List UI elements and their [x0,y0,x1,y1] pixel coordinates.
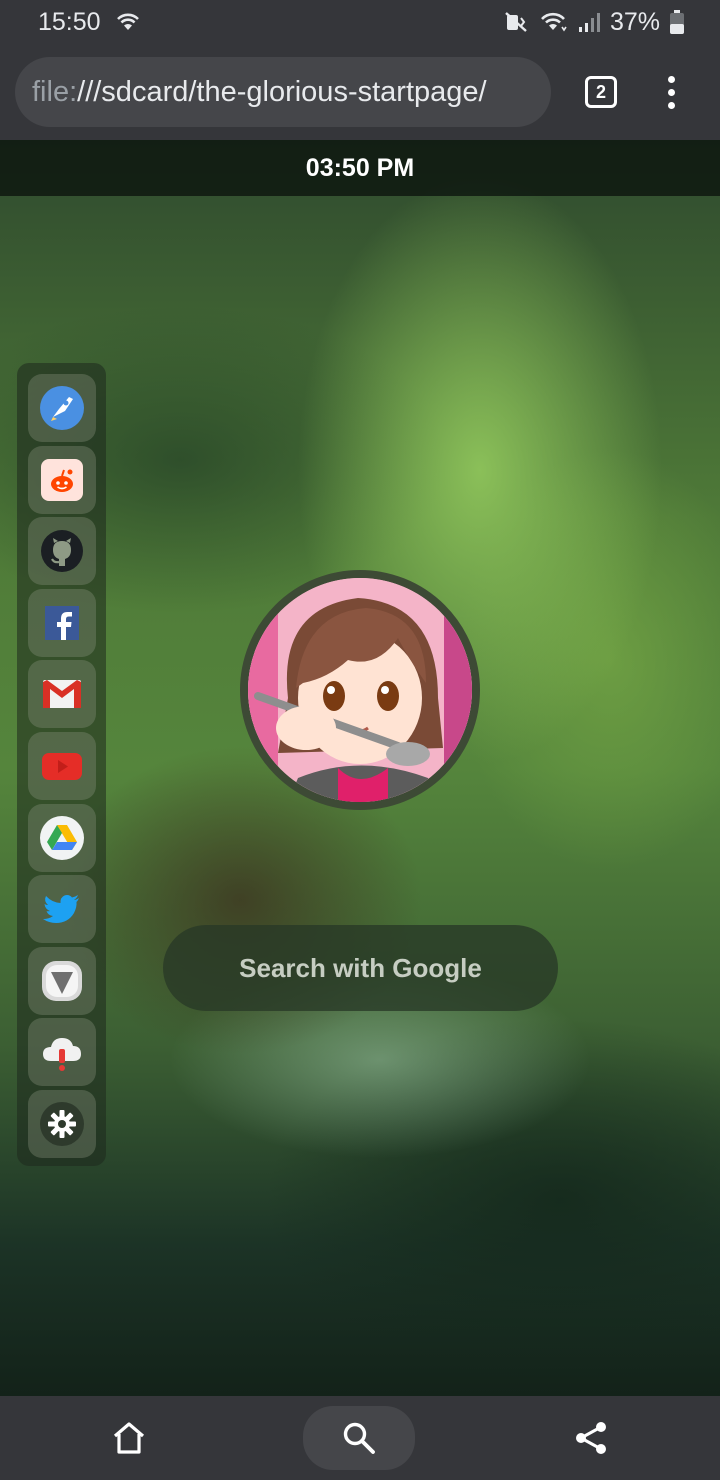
dock-item-gmail[interactable] [28,660,96,729]
dock [17,363,106,1166]
home-icon [113,1422,145,1454]
url-scheme: file: [32,75,78,108]
tab-switcher-button[interactable]: 2 [585,76,617,108]
dock-item-vivaldi[interactable] [28,946,96,1015]
search-input[interactable]: Search with Google [163,925,558,1011]
dock-item-twitter[interactable] [28,875,96,944]
bottom-toolbar [0,1396,720,1480]
search-button[interactable] [303,1406,415,1470]
dock-item-google-drive[interactable] [28,803,96,872]
dock-item-reddit[interactable] [28,445,96,514]
dock-item-github[interactable] [28,517,96,586]
page-clock: 03:50 PM [305,153,415,182]
dock-item-settings[interactable] [28,1089,96,1158]
wifi-signal-icon [541,12,567,32]
startpage-viewport: 03:50 PM Search with Google [0,140,720,1396]
facebook-icon [45,605,79,640]
rocket-icon [40,386,84,430]
github-icon [41,530,83,573]
mute-icon [505,12,527,32]
wifi-icon [116,13,139,30]
dock-item-cloud-alert[interactable] [28,1018,96,1087]
gmail-icon [43,680,81,709]
anime-girl-avatar-image [248,578,472,802]
share-icon [576,1422,606,1454]
youtube-icon [42,752,82,780]
google-drive-icon [40,815,84,860]
cellular-signal-icon [578,13,600,32]
share-button[interactable] [560,1408,622,1468]
battery-icon [670,10,684,34]
browser-toolbar: file: ///sdcard/the-glorious-startpage/ … [0,44,720,140]
url-path: ///sdcard/the-glorious-startpage/ [77,75,487,108]
url-bar[interactable]: file: ///sdcard/the-glorious-startpage/ [15,57,551,127]
profile-avatar[interactable] [240,570,480,810]
cloud-alert-icon [43,1038,81,1072]
more-options-icon[interactable] [652,70,690,114]
dock-item-youtube[interactable] [28,731,96,800]
reddit-icon [41,458,83,501]
tab-count: 2 [595,81,606,102]
status-time: 15:50 [38,7,101,36]
search-icon [343,1422,375,1454]
dock-item-rocket[interactable] [28,374,96,442]
status-bar: 15:50 37% [0,0,720,44]
dock-item-facebook[interactable] [28,588,96,657]
home-button[interactable] [98,1408,160,1468]
battery-percent: 37% [609,7,660,36]
vivaldi-icon [42,960,82,1001]
search-placeholder: Search with Google [239,952,482,983]
twitter-icon [43,895,79,924]
settings-gear-icon [40,1101,84,1146]
top-clock-bar: 03:50 PM [0,140,720,196]
